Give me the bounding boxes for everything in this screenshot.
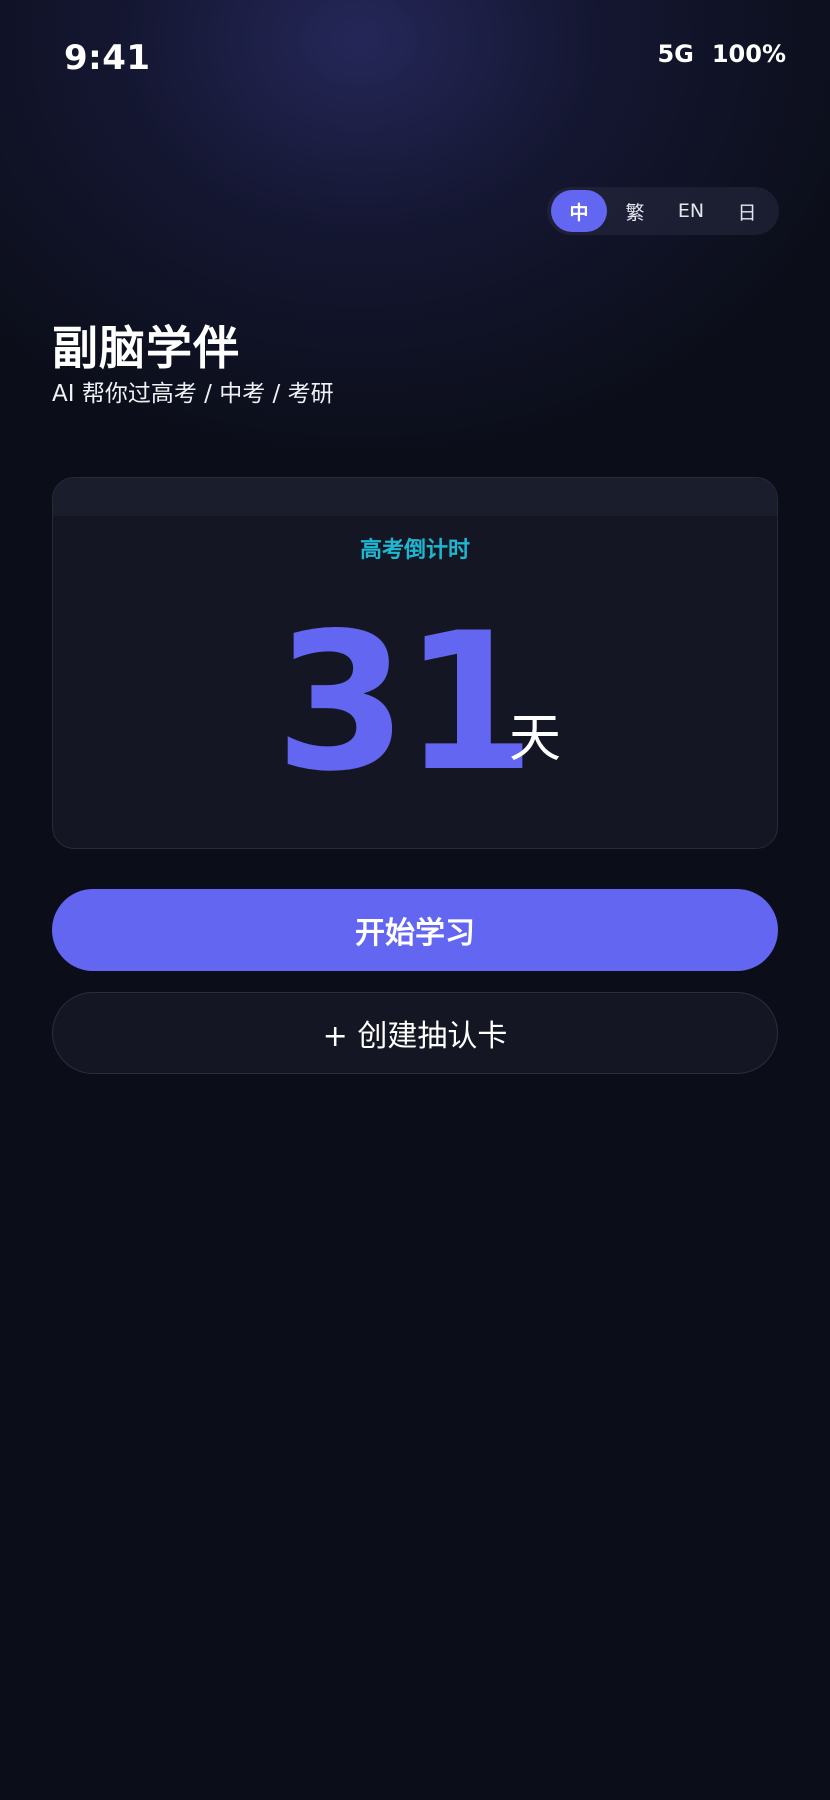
language-switcher: 中 繁 EN 日 — [547, 187, 779, 235]
language-option-english[interactable]: EN — [663, 190, 719, 232]
status-time: 9:41 — [64, 38, 151, 78]
countdown-unit: 天 — [509, 709, 562, 769]
countdown-days: 31 — [275, 592, 535, 813]
app-subtitle: AI 帮你过高考 / 中考 / 考研 — [52, 381, 334, 407]
card-header-strip — [53, 478, 777, 516]
language-option-traditional-chinese[interactable]: 繁 — [607, 190, 663, 232]
start-study-button[interactable]: 开始学习 — [52, 889, 778, 971]
create-flashcard-button[interactable]: + 创建抽认卡 — [52, 992, 778, 1074]
status-indicators: 5G 100% — [657, 40, 786, 68]
network-indicator: 5G — [657, 40, 694, 68]
status-bar: 9:41 5G 100% — [0, 0, 830, 120]
language-option-simplified-chinese[interactable]: 中 — [551, 190, 607, 232]
countdown-card: 高考倒计时 31 天 — [52, 477, 778, 849]
app-title: 副脑学伴 — [52, 321, 240, 375]
language-option-japanese[interactable]: 日 — [719, 190, 775, 232]
countdown-label: 高考倒计时 — [359, 538, 470, 563]
battery-indicator: 100% — [711, 40, 786, 68]
